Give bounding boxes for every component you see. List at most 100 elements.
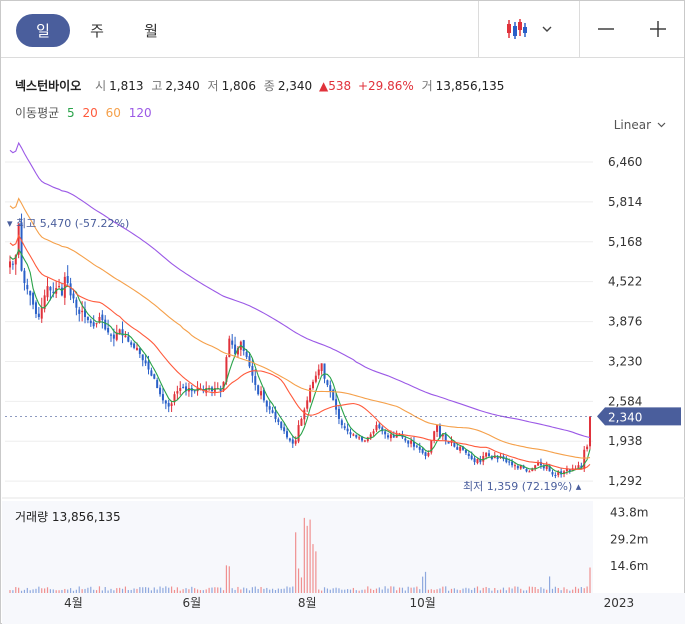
volume-bar: [225, 565, 228, 593]
candle-body: [525, 468, 528, 472]
volume-bar: [277, 588, 279, 593]
volume-bar: [341, 589, 343, 593]
volume-bar: [315, 551, 317, 593]
volume-bar: [338, 588, 340, 593]
candle-body: [109, 334, 112, 336]
candle-body: [349, 432, 352, 435]
volume-bar: [220, 587, 222, 593]
candle-body: [32, 292, 35, 305]
volume-bar: [61, 589, 63, 593]
volume-bar: [381, 589, 383, 593]
volume-bar: [407, 586, 409, 593]
candle-body: [283, 427, 286, 432]
volume-bar: [289, 587, 291, 593]
volume-bar: [505, 590, 507, 593]
candle-body: [311, 381, 314, 389]
volume-bar: [9, 590, 11, 593]
candle-body: [29, 290, 32, 296]
volume-bar: [222, 590, 225, 593]
candle-body: [159, 387, 162, 395]
volume-bar: [23, 589, 26, 593]
volume-bar: [476, 586, 479, 593]
candle-body: [586, 446, 589, 450]
volume-bar: [150, 590, 152, 593]
candle-body: [107, 327, 110, 333]
candle-body: [288, 438, 291, 441]
volume-bar: [534, 587, 536, 593]
volume-bar: [465, 587, 467, 593]
volume-bar: [370, 588, 372, 593]
volume-bar: [335, 587, 337, 593]
volume-bar: [468, 588, 470, 593]
volume-bar: [15, 587, 17, 593]
volume-bar: [113, 590, 115, 593]
candle-body: [433, 431, 436, 441]
last-price-label: 2,340: [608, 410, 642, 424]
volume-bar: [124, 586, 127, 593]
volume-bar: [502, 587, 505, 593]
volume-bar: [286, 586, 288, 593]
volume-bar: [119, 587, 121, 593]
candle-body: [583, 449, 586, 470]
volume-bar: [29, 590, 31, 593]
candle-body: [438, 424, 441, 438]
volume-bar: [153, 587, 155, 593]
candle-body: [355, 434, 358, 438]
volume-bar: [358, 590, 360, 593]
volume-bar: [95, 590, 98, 593]
volume-bar: [139, 587, 141, 593]
volume-bar: [217, 587, 219, 593]
candle-body: [75, 299, 78, 308]
x-tick-label: 10월: [409, 596, 435, 610]
volume-bar: [234, 589, 236, 593]
candle-body: [436, 425, 439, 432]
volume-bar: [243, 587, 245, 593]
candle-body: [176, 391, 179, 394]
candle-body: [86, 316, 89, 321]
candle-body: [378, 424, 381, 429]
volume-bar: [499, 589, 502, 593]
candle-body: [528, 471, 531, 473]
volume-bar: [453, 588, 455, 593]
volume-bar: [228, 566, 230, 593]
y-tick-label: 1,938: [608, 434, 642, 448]
candle-body: [427, 452, 430, 456]
candle-body: [260, 391, 263, 396]
volume-bar: [130, 589, 132, 593]
candle-body: [335, 399, 338, 410]
candle-body: [164, 400, 167, 404]
volume-bar: [237, 586, 239, 593]
volume-bar: [586, 586, 588, 593]
volume-bar: [297, 568, 300, 593]
volume-bar: [41, 588, 43, 593]
candle-body: [407, 440, 410, 444]
candle-body: [11, 263, 14, 265]
volume-bar: [433, 589, 435, 593]
candle-body: [372, 431, 375, 434]
candle-body: [314, 375, 317, 382]
candle-body: [95, 323, 98, 325]
candle-body: [488, 453, 491, 456]
candle-body: [274, 412, 277, 419]
volume-bar: [231, 588, 233, 593]
volume-bar: [497, 590, 499, 593]
candle-body: [34, 302, 37, 314]
volume-bar: [390, 586, 392, 593]
candle-body: [511, 461, 514, 466]
candle-body: [554, 475, 557, 477]
price-chart[interactable]: 6,460 5,814 5,168 4,522 3,876 3,230 2,584 1,938…: [1, 1, 685, 625]
volume-bar: [182, 589, 184, 593]
candle-body: [297, 425, 300, 442]
candle-body: [231, 340, 234, 345]
volume-bar: [531, 586, 533, 593]
candle-body: [346, 428, 349, 432]
volume-bar: [318, 589, 320, 593]
volume-bar: [448, 590, 450, 593]
volume-bar: [312, 544, 314, 593]
candle-body: [280, 421, 283, 429]
volume-bar: [64, 588, 66, 593]
volume-tick-label: 43.8m: [610, 505, 648, 519]
volume-bar: [347, 589, 349, 593]
volume-bar: [274, 589, 277, 593]
candle-body: [323, 363, 326, 379]
